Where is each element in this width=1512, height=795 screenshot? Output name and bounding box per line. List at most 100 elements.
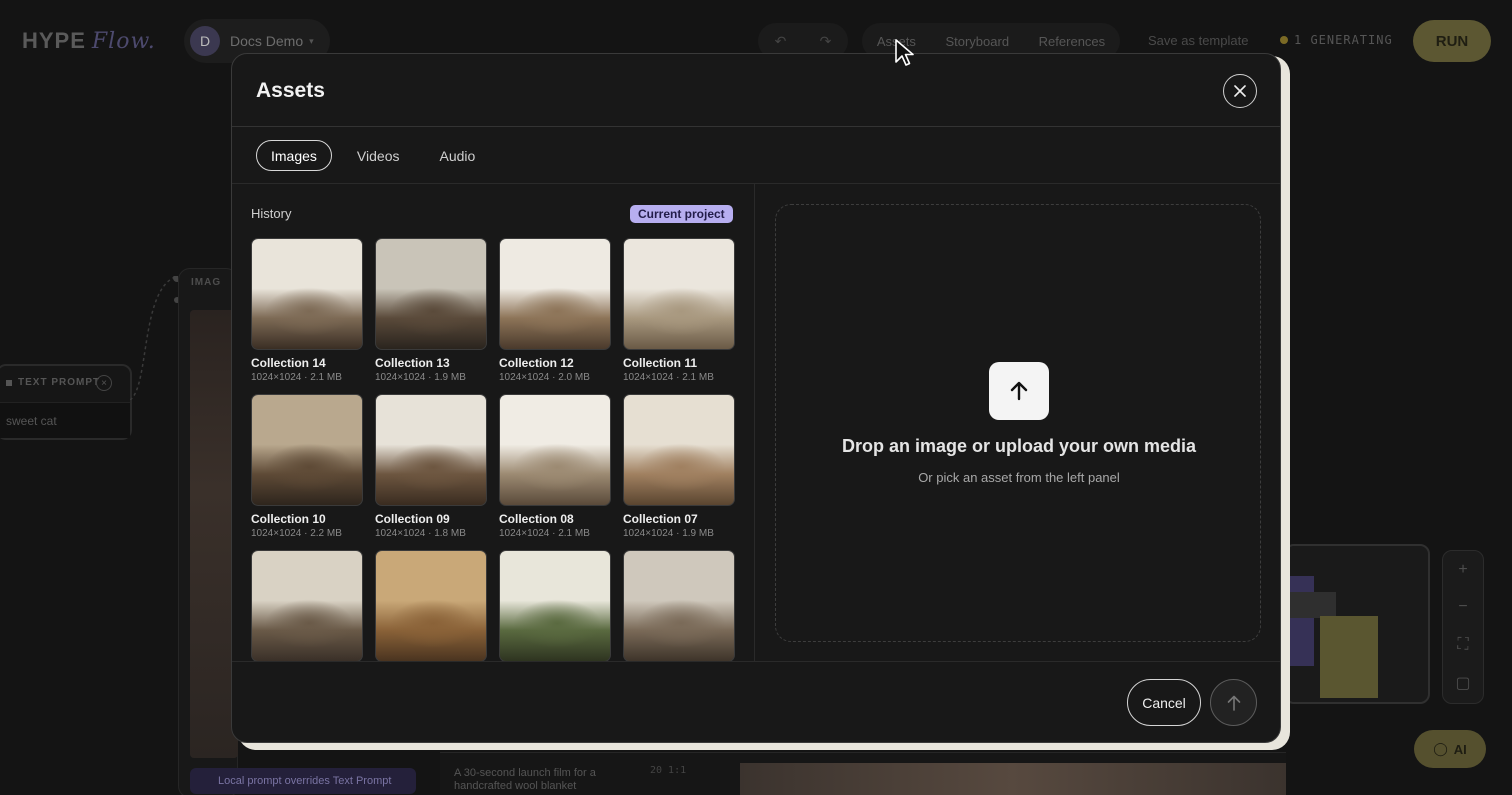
asset-card[interactable] <box>251 550 363 662</box>
confirm-upload-button[interactable] <box>1210 679 1257 726</box>
clip-strip: A 30-second launch film for a handcrafte… <box>440 752 1286 795</box>
asset-card[interactable]: Collection 12 1024×1024 · 2.0 MB <box>499 238 611 384</box>
close-button[interactable] <box>1223 74 1257 108</box>
asset-thumbnail[interactable] <box>499 238 611 350</box>
asset-thumbnail[interactable] <box>499 550 611 662</box>
asset-name: Collection 08 <box>499 512 574 526</box>
asset-thumbnail[interactable] <box>375 550 487 662</box>
node-connector <box>130 276 178 400</box>
asset-card[interactable] <box>375 550 487 662</box>
asset-meta: 1024×1024 · 2.1 MB <box>251 372 342 383</box>
asset-thumbnail[interactable] <box>251 394 363 506</box>
app-logo[interactable]: HYPE Flow. <box>22 28 156 54</box>
close-icon <box>1234 85 1246 97</box>
lock-icon[interactable]: ▢ <box>1455 673 1470 693</box>
assets-modal: Assets Images Videos Audio History Curre… <box>231 53 1281 743</box>
asset-meta: 1024×1024 · 1.9 MB <box>375 372 466 383</box>
history-label: History <box>251 206 292 221</box>
asset-thumbnail[interactable] <box>499 394 611 506</box>
asset-card[interactable]: Collection 14 1024×1024 · 2.1 MB <box>251 238 363 384</box>
run-button[interactable]: RUN <box>1413 20 1491 62</box>
text-prompt-value[interactable]: sweet cat <box>0 402 130 438</box>
asset-card[interactable] <box>499 550 611 662</box>
project-name: Docs Demo <box>230 33 304 49</box>
chevron-down-icon: ▾ <box>309 35 314 46</box>
arrow-up-icon <box>1010 381 1028 401</box>
minimap-node <box>1286 576 1314 666</box>
tab-videos[interactable]: Videos <box>342 140 415 171</box>
minimap-node <box>1320 616 1378 698</box>
asset-meta: 1024×1024 · 1.8 MB <box>375 528 466 539</box>
asset-card[interactable]: Collection 10 1024×1024 · 2.2 MB <box>251 394 363 540</box>
node-icon <box>6 379 12 386</box>
clip-meta: 20 1:1 <box>650 765 687 776</box>
arrow-up-icon <box>1227 695 1240 711</box>
fit-view-icon[interactable]: ⛶ <box>1457 636 1468 654</box>
modal-header: Assets <box>232 54 1280 127</box>
asset-thumbnail[interactable] <box>251 238 363 350</box>
asset-grid: Collection 14 1024×1024 · 2.1 MB Collectio… <box>251 238 741 662</box>
asset-name: Collection 12 <box>499 356 574 370</box>
dropzone-title: Drop an image or upload your own media <box>841 436 1197 456</box>
media-tabs: Images Videos Audio <box>256 140 490 171</box>
clip-thumbnail <box>740 763 1286 795</box>
ai-label: AI <box>1453 741 1467 757</box>
modal-footer: Cancel <box>232 661 1280 742</box>
asset-thumbnail[interactable] <box>375 394 487 506</box>
generating-status: 1 GENERATING <box>1280 33 1393 47</box>
asset-card[interactable]: Collection 07 1024×1024 · 1.9 MB <box>623 394 735 540</box>
avatar: D <box>190 26 220 56</box>
node-header: TEXT PROMPT <box>6 377 100 388</box>
minimap[interactable] <box>1284 544 1430 704</box>
mouse-cursor-icon <box>895 39 914 66</box>
asset-card[interactable]: Collection 09 1024×1024 · 1.8 MB <box>375 394 487 540</box>
logo-main: HYPE <box>22 28 86 53</box>
chat-icon: ◯ <box>1433 741 1448 756</box>
asset-card[interactable] <box>623 550 735 662</box>
zoom-in-icon[interactable]: + <box>1458 561 1467 579</box>
clip-description: A 30-second launch film for a handcrafte… <box>454 767 596 792</box>
asset-card[interactable]: Collection 11 1024×1024 · 2.1 MB <box>623 238 735 384</box>
cancel-button[interactable]: Cancel <box>1127 679 1201 726</box>
status-dot-icon <box>1280 36 1288 44</box>
ai-button[interactable]: ◯ AI <box>1414 730 1486 768</box>
asset-card[interactable]: Collection 13 1024×1024 · 1.9 MB <box>375 238 487 384</box>
redo-icon[interactable]: ↷ <box>820 33 832 50</box>
nav-tab-references[interactable]: References <box>1039 34 1105 49</box>
asset-name: Collection 13 <box>375 356 450 370</box>
nav-tab-storyboard[interactable]: Storyboard <box>945 34 1009 49</box>
asset-name: Collection 07 <box>623 512 698 526</box>
asset-name: Collection 09 <box>375 512 450 526</box>
asset-name: Collection 14 <box>251 356 326 370</box>
save-template-button[interactable]: Save as template <box>1148 33 1248 48</box>
text-prompt-node[interactable]: TEXT PROMPT × sweet cat <box>0 364 132 440</box>
asset-meta: 1024×1024 · 2.1 MB <box>499 528 590 539</box>
asset-card[interactable]: Collection 08 1024×1024 · 2.1 MB <box>499 394 611 540</box>
upload-dropzone[interactable]: Drop an image or upload your own media O… <box>775 204 1261 642</box>
dropzone-subtitle: Or pick an asset from the left panel <box>918 470 1120 485</box>
local-prompt-note: Local prompt overrides Text Prompt <box>190 768 416 794</box>
asset-thumbnail[interactable] <box>623 238 735 350</box>
tab-images[interactable]: Images <box>256 140 332 171</box>
asset-thumbnail[interactable] <box>623 550 735 662</box>
logo-sub: Flow. <box>91 29 156 54</box>
asset-thumbnail[interactable] <box>375 238 487 350</box>
close-icon[interactable]: × <box>96 375 112 391</box>
asset-meta: 1024×1024 · 2.2 MB <box>251 528 342 539</box>
node-title: TEXT PROMPT <box>18 377 101 388</box>
asset-thumbnail[interactable] <box>251 550 363 662</box>
minimap-node <box>1286 592 1336 618</box>
asset-library-panel[interactable]: History Current project Collection 14 102… <box>232 184 755 662</box>
upload-button[interactable] <box>989 362 1049 420</box>
asset-thumbnail[interactable] <box>623 394 735 506</box>
asset-meta: 1024×1024 · 2.0 MB <box>499 372 590 383</box>
zoom-out-icon[interactable]: − <box>1458 598 1467 616</box>
modal-title: Assets <box>256 79 325 102</box>
asset-meta: 1024×1024 · 2.1 MB <box>623 372 714 383</box>
generating-label: 1 GENERATING <box>1294 33 1393 47</box>
image-node-title: IMAG <box>191 277 222 288</box>
asset-meta: 1024×1024 · 1.9 MB <box>623 528 714 539</box>
modal-content: History Current project Collection 14 102… <box>232 183 1280 662</box>
tab-audio[interactable]: Audio <box>424 140 490 171</box>
undo-icon[interactable]: ↶ <box>775 33 787 50</box>
